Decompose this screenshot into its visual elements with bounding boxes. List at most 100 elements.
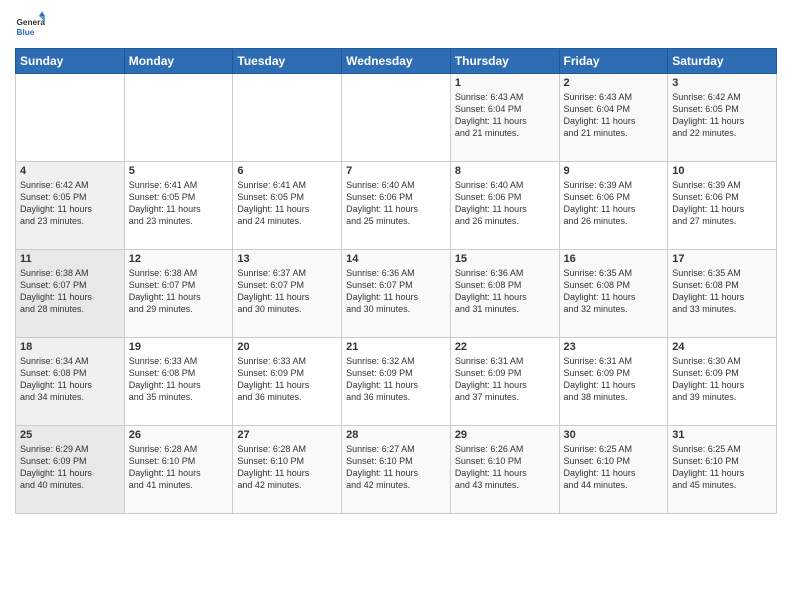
day-number: 13 [237, 253, 337, 265]
day-number: 7 [346, 165, 446, 177]
day-info: Sunrise: 6:32 AM Sunset: 6:09 PM Dayligh… [346, 355, 446, 404]
day-info: Sunrise: 6:39 AM Sunset: 6:06 PM Dayligh… [672, 179, 772, 228]
calendar-cell: 13Sunrise: 6:37 AM Sunset: 6:07 PM Dayli… [233, 250, 342, 338]
calendar-cell: 30 Sunrise: 6:25 AM Sunset: 6:10 PM Dayli… [559, 426, 668, 514]
calendar-cell: 11Sunrise: 6:38 AM Sunset: 6:07 PM Dayli… [16, 250, 125, 338]
day-number: 18 [20, 341, 120, 353]
weekday-header-sunday: Sunday [16, 49, 125, 74]
calendar-cell [124, 74, 233, 162]
week-row-5: 25 Sunrise: 6:29 AM Sunset: 6:09 PM Dayli… [16, 426, 777, 514]
calendar-cell [342, 74, 451, 162]
day-number: 5 [129, 165, 229, 177]
day-number: 22 [455, 341, 555, 353]
day-number: 21 [346, 341, 446, 353]
day-info: Sunrise: 6:28 AM Sunset: 6:10 PM Dayligh… [129, 443, 229, 492]
week-row-4: 18 Sunrise: 6:34 AM Sunset: 6:08 PM Dayli… [16, 338, 777, 426]
calendar-cell: 27Sunrise: 6:28 AM Sunset: 6:10 PM Dayli… [233, 426, 342, 514]
day-number: 20 [237, 341, 337, 353]
day-info: Sunrise: 6:34 AM Sunset: 6:08 PM Dayligh… [20, 355, 120, 404]
calendar-header: SundayMondayTuesdayWednesdayThursdayFrid… [16, 49, 777, 74]
day-number: 1 [455, 77, 555, 89]
calendar-cell: 2Sunrise: 6:43 AM Sunset: 6:04 PM Daylig… [559, 74, 668, 162]
weekday-header-row: SundayMondayTuesdayWednesdayThursdayFrid… [16, 49, 777, 74]
day-info: Sunrise: 6:42 AM Sunset: 6:05 PM Dayligh… [672, 91, 772, 140]
day-info: Sunrise: 6:36 AM Sunset: 6:08 PM Dayligh… [455, 267, 555, 316]
calendar-cell: 23 Sunrise: 6:31 AM Sunset: 6:09 PM Dayli… [559, 338, 668, 426]
calendar-cell: 10 Sunrise: 6:39 AM Sunset: 6:06 PM Dayli… [668, 162, 777, 250]
calendar-cell: 4 Sunrise: 6:42 AM Sunset: 6:05 PM Daylig… [16, 162, 125, 250]
calendar-cell: 28 Sunrise: 6:27 AM Sunset: 6:10 PM Dayli… [342, 426, 451, 514]
day-info: Sunrise: 6:25 AM Sunset: 6:10 PM Dayligh… [672, 443, 772, 492]
calendar-cell: 1 Sunrise: 6:43 AM Sunset: 6:04 PM Daylig… [450, 74, 559, 162]
day-info: Sunrise: 6:29 AM Sunset: 6:09 PM Dayligh… [20, 443, 120, 492]
weekday-header-tuesday: Tuesday [233, 49, 342, 74]
calendar-cell: 24Sunrise: 6:30 AM Sunset: 6:09 PM Dayli… [668, 338, 777, 426]
day-info: Sunrise: 6:36 AM Sunset: 6:07 PM Dayligh… [346, 267, 446, 316]
calendar-cell: 22 Sunrise: 6:31 AM Sunset: 6:09 PM Dayli… [450, 338, 559, 426]
day-number: 15 [455, 253, 555, 265]
calendar-cell: 5 Sunrise: 6:41 AM Sunset: 6:05 PM Daylig… [124, 162, 233, 250]
calendar-table: SundayMondayTuesdayWednesdayThursdayFrid… [15, 48, 777, 514]
day-number: 28 [346, 429, 446, 441]
calendar-cell: 12Sunrise: 6:38 AM Sunset: 6:07 PM Dayli… [124, 250, 233, 338]
day-info: Sunrise: 6:33 AM Sunset: 6:08 PM Dayligh… [129, 355, 229, 404]
calendar-cell [233, 74, 342, 162]
weekday-header-monday: Monday [124, 49, 233, 74]
logo-icon: General Blue [15, 10, 45, 40]
calendar-cell: 9 Sunrise: 6:39 AM Sunset: 6:06 PM Daylig… [559, 162, 668, 250]
day-info: Sunrise: 6:40 AM Sunset: 6:06 PM Dayligh… [346, 179, 446, 228]
day-info: Sunrise: 6:39 AM Sunset: 6:06 PM Dayligh… [564, 179, 664, 228]
week-row-2: 4 Sunrise: 6:42 AM Sunset: 6:05 PM Daylig… [16, 162, 777, 250]
day-info: Sunrise: 6:27 AM Sunset: 6:10 PM Dayligh… [346, 443, 446, 492]
day-info: Sunrise: 6:42 AM Sunset: 6:05 PM Dayligh… [20, 179, 120, 228]
calendar-cell: 3 Sunrise: 6:42 AM Sunset: 6:05 PM Daylig… [668, 74, 777, 162]
weekday-header-saturday: Saturday [668, 49, 777, 74]
day-info: Sunrise: 6:41 AM Sunset: 6:05 PM Dayligh… [129, 179, 229, 228]
day-number: 24 [672, 341, 772, 353]
day-number: 3 [672, 77, 772, 89]
calendar-cell: 16 Sunrise: 6:35 AM Sunset: 6:08 PM Dayli… [559, 250, 668, 338]
calendar-cell: 25 Sunrise: 6:29 AM Sunset: 6:09 PM Dayli… [16, 426, 125, 514]
calendar-cell: 26 Sunrise: 6:28 AM Sunset: 6:10 PM Dayli… [124, 426, 233, 514]
day-info: Sunrise: 6:25 AM Sunset: 6:10 PM Dayligh… [564, 443, 664, 492]
day-number: 30 [564, 429, 664, 441]
day-number: 25 [20, 429, 120, 441]
day-number: 17 [672, 253, 772, 265]
calendar-cell [16, 74, 125, 162]
day-info: Sunrise: 6:41 AM Sunset: 6:05 PM Dayligh… [237, 179, 337, 228]
calendar-cell: 19 Sunrise: 6:33 AM Sunset: 6:08 PM Dayli… [124, 338, 233, 426]
calendar-cell: 15 Sunrise: 6:36 AM Sunset: 6:08 PM Dayli… [450, 250, 559, 338]
day-number: 4 [20, 165, 120, 177]
day-number: 6 [237, 165, 337, 177]
day-number: 9 [564, 165, 664, 177]
calendar-cell: 21 Sunrise: 6:32 AM Sunset: 6:09 PM Dayli… [342, 338, 451, 426]
day-number: 19 [129, 341, 229, 353]
calendar-cell: 20Sunrise: 6:33 AM Sunset: 6:09 PM Dayli… [233, 338, 342, 426]
day-info: Sunrise: 6:43 AM Sunset: 6:04 PM Dayligh… [455, 91, 555, 140]
page-container: General Blue SundayMondayTuesdayWednesda… [0, 0, 792, 612]
day-number: 16 [564, 253, 664, 265]
week-row-3: 11 Sunrise: 6:38 AM Sunset: 6:07 PM Dayli… [16, 250, 777, 338]
day-number: 26 [129, 429, 229, 441]
calendar-cell: 18 Sunrise: 6:34 AM Sunset: 6:08 PM Dayli… [16, 338, 125, 426]
day-number: 31 [672, 429, 772, 441]
day-info: Sunrise: 6:35 AM Sunset: 6:08 PM Dayligh… [672, 267, 772, 316]
day-info: Sunrise: 6:31 AM Sunset: 6:09 PM Dayligh… [455, 355, 555, 404]
day-number: 10 [672, 165, 772, 177]
svg-text:Blue: Blue [17, 28, 35, 37]
calendar-cell: 7 Sunrise: 6:40 AM Sunset: 6:06 PM Daylig… [342, 162, 451, 250]
calendar-cell: 31 Sunrise: 6:25 AM Sunset: 6:10 PM Dayli… [668, 426, 777, 514]
calendar-cell: 17 Sunrise: 6:35 AM Sunset: 6:08 PM Dayli… [668, 250, 777, 338]
logo: General Blue [15, 10, 45, 40]
svg-text:General: General [17, 18, 46, 27]
day-info: Sunrise: 6:31 AM Sunset: 6:09 PM Dayligh… [564, 355, 664, 404]
calendar-cell: 29Sunrise: 6:26 AM Sunset: 6:10 PM Dayli… [450, 426, 559, 514]
day-number: 11 [20, 253, 120, 265]
day-number: 2 [564, 77, 664, 89]
day-info: Sunrise: 6:38 AM Sunset: 6:07 PM Dayligh… [129, 267, 229, 316]
calendar-cell: 8Sunrise: 6:40 AM Sunset: 6:06 PM Daylig… [450, 162, 559, 250]
header: General Blue [15, 10, 777, 40]
day-info: Sunrise: 6:35 AM Sunset: 6:08 PM Dayligh… [564, 267, 664, 316]
day-number: 23 [564, 341, 664, 353]
day-info: Sunrise: 6:26 AM Sunset: 6:10 PM Dayligh… [455, 443, 555, 492]
